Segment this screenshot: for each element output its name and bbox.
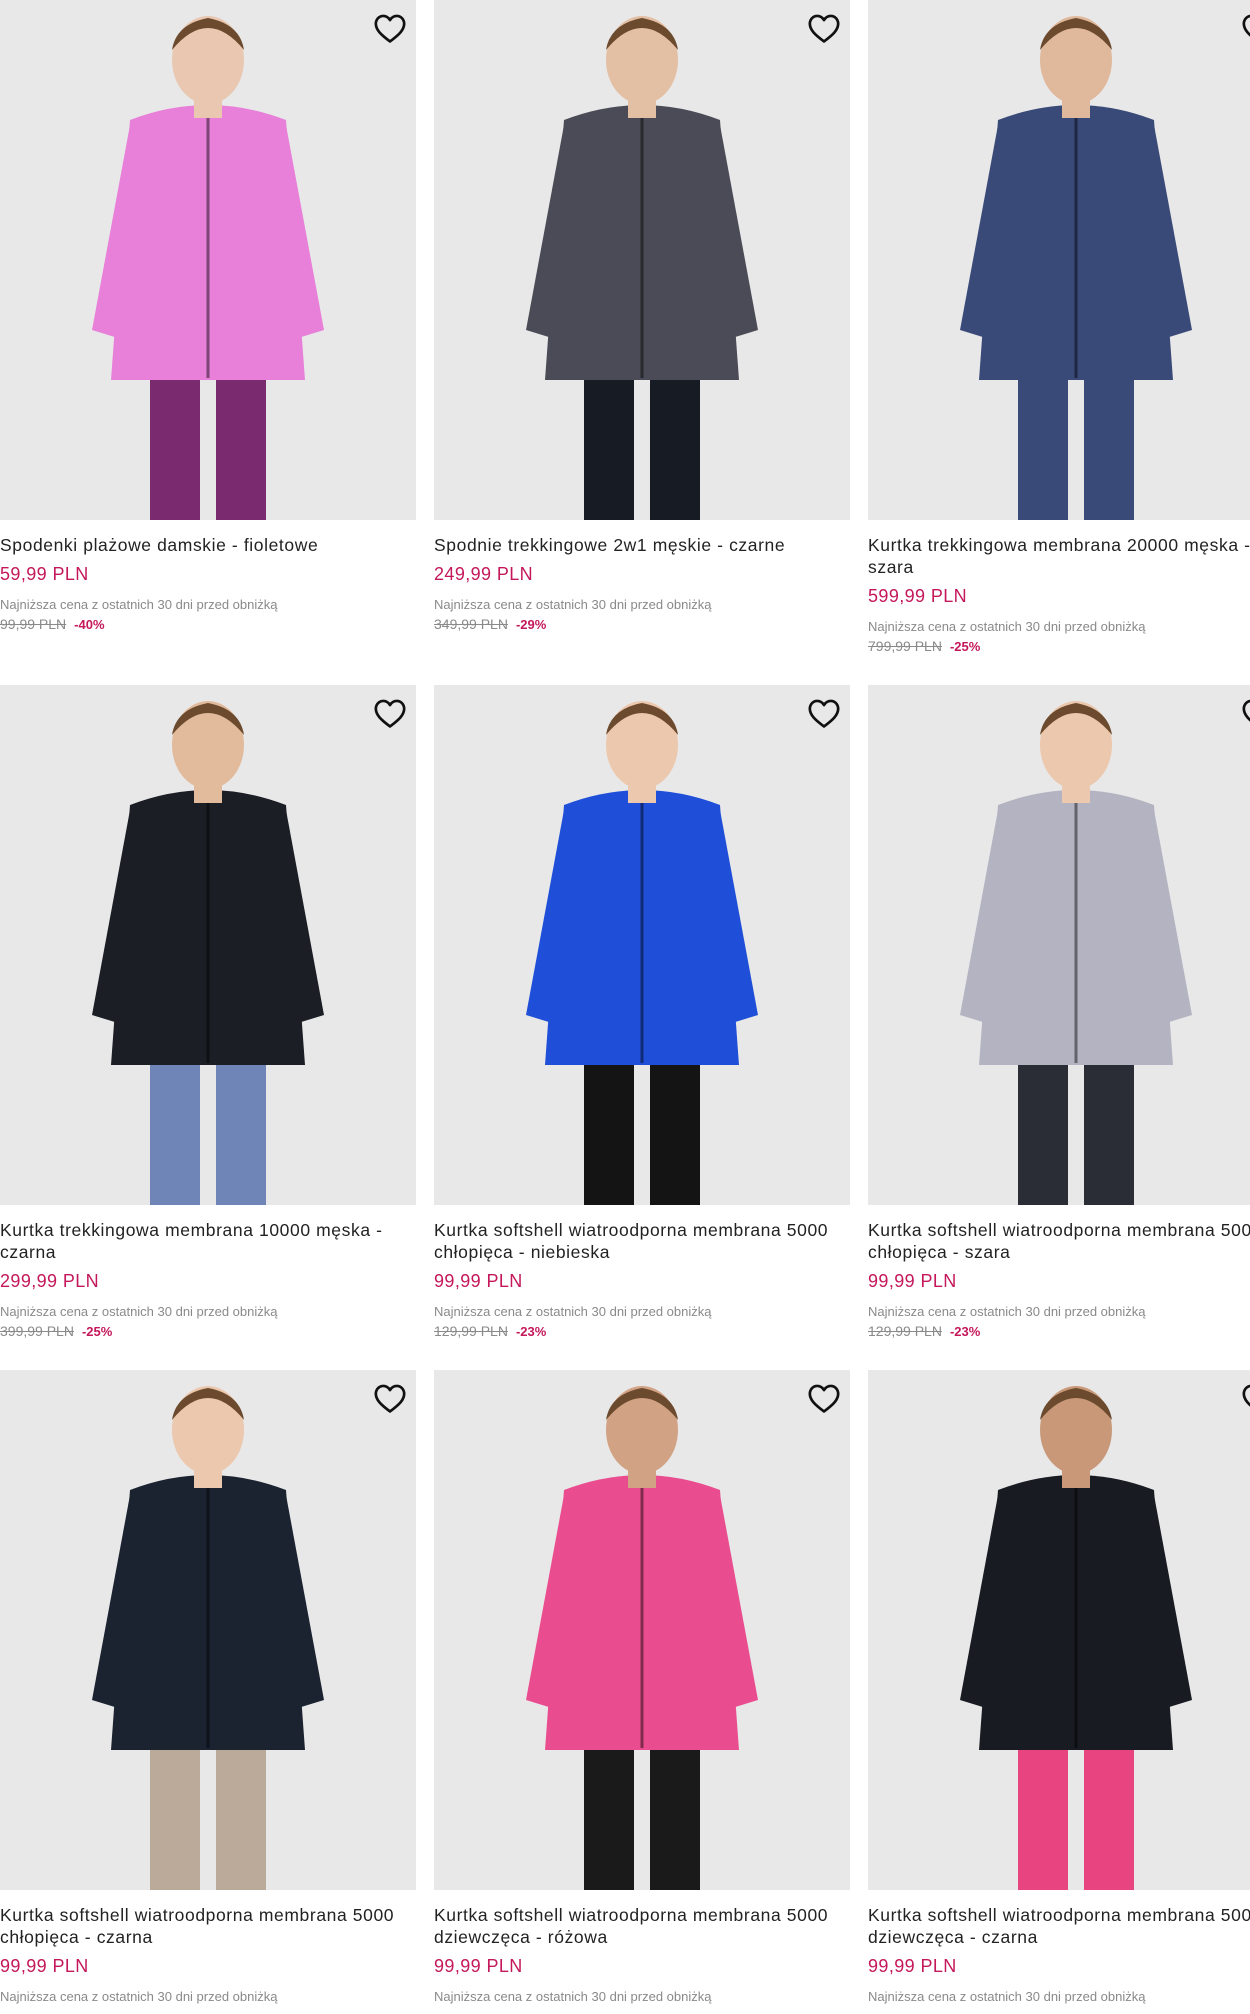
product-name[interactable]: Kurtka softshell wiatroodporna membrana … xyxy=(868,1219,1250,1263)
product-info: Kurtka trekkingowa membrana 10000 męska … xyxy=(0,1205,416,1339)
product-price: 59,99 PLN xyxy=(0,564,89,584)
old-price-row: 399,99 PLN -25% xyxy=(0,1323,416,1339)
lowest-price-note: Najniższa cena z ostatnich 30 dni przed … xyxy=(0,1304,278,1319)
product-info: Kurtka softshell wiatroodporna membrana … xyxy=(434,1205,850,1339)
product-price: 99,99 PLN xyxy=(434,1956,523,1976)
wishlist-button[interactable] xyxy=(804,8,844,48)
product-image[interactable] xyxy=(0,0,416,520)
heart-outline-icon xyxy=(374,699,406,728)
product-image[interactable] xyxy=(0,685,416,1205)
old-price: 399,99 PLN xyxy=(0,1323,74,1339)
wishlist-button[interactable] xyxy=(370,1378,410,1418)
heart-outline-icon xyxy=(1242,14,1250,37)
old-price: 99,99 PLN xyxy=(0,616,67,632)
wishlist-button[interactable] xyxy=(370,693,410,733)
discount-badge: -23% xyxy=(949,1324,981,1339)
product-info: Kurtka softshell wiatroodporna membrana … xyxy=(434,1890,850,2004)
product-name[interactable]: Spodnie trekkingowe 2w1 męskie - czarne xyxy=(434,534,850,556)
product-price: 99,99 PLN xyxy=(0,1956,89,1976)
old-price-row: 99,99 PLN -40% xyxy=(0,616,416,632)
lowest-price-note: Najniższa cena z ostatnich 30 dni przed … xyxy=(868,1304,1146,1319)
heart-outline-icon xyxy=(808,14,840,43)
lowest-price-note: Najniższa cena z ostatnich 30 dni przed … xyxy=(0,597,278,612)
product-info: Kurtka softshell wiatroodporna membrana … xyxy=(868,1205,1250,1339)
product-price: 599,99 PLN xyxy=(868,586,968,606)
old-price: 129,99 PLN xyxy=(868,1323,942,1339)
wishlist-button[interactable] xyxy=(804,1378,844,1418)
product-info: Kurtka softshell wiatroodporna membrana … xyxy=(868,1890,1250,2004)
product-info: Spodenki plażowe damskie - fioletowe 59,9… xyxy=(0,520,416,632)
product-image[interactable] xyxy=(868,685,1250,1205)
product-card[interactable]: Kurtka softshell wiatroodporna membrana … xyxy=(434,1370,850,2004)
product-name[interactable]: Spodenki plażowe damskie - fioletowe xyxy=(0,534,416,556)
lowest-price-note: Najniższa cena z ostatnich 30 dni przed … xyxy=(434,1989,712,2004)
product-name[interactable]: Kurtka softshell wiatroodporna membrana … xyxy=(868,1904,1250,1948)
product-card[interactable]: Kurtka trekkingowa membrana 20000 męska … xyxy=(868,0,1250,654)
wishlist-button[interactable] xyxy=(804,693,844,733)
lowest-price-note: Najniższa cena z ostatnich 30 dni przed … xyxy=(434,1304,712,1319)
old-price-row: 799,99 PLN -25% xyxy=(868,638,1250,654)
discount-badge: -40% xyxy=(74,617,105,632)
product-name[interactable]: Kurtka softshell wiatroodporna membrana … xyxy=(434,1219,850,1263)
product-info: Spodnie trekkingowe 2w1 męskie - czarne 2… xyxy=(434,520,850,632)
wishlist-button[interactable] xyxy=(1238,1378,1250,1418)
lowest-price-note: Najniższa cena z ostatnich 30 dni przed … xyxy=(0,1989,278,2004)
heart-outline-icon xyxy=(808,1384,840,1413)
discount-badge: -25% xyxy=(81,1324,113,1339)
product-info: Kurtka softshell wiatroodporna membrana … xyxy=(0,1890,416,2004)
heart-outline-icon xyxy=(374,1384,406,1413)
old-price-row: 129,99 PLN -23% xyxy=(868,1323,1250,1339)
product-price: 249,99 PLN xyxy=(434,564,534,584)
old-price-row: 349,99 PLN -29% xyxy=(434,616,850,632)
product-price: 99,99 PLN xyxy=(868,1956,957,1976)
wishlist-button[interactable] xyxy=(370,8,410,48)
heart-outline-icon xyxy=(374,14,406,43)
product-image[interactable] xyxy=(434,0,850,520)
product-card[interactable]: Kurtka softshell wiatroodporna membrana … xyxy=(0,1370,416,2004)
product-price: 299,99 PLN xyxy=(0,1271,100,1291)
product-image[interactable] xyxy=(0,1370,416,1890)
product-name[interactable]: Kurtka softshell wiatroodporna membrana … xyxy=(0,1904,416,1948)
heart-outline-icon xyxy=(1242,699,1250,722)
lowest-price-note: Najniższa cena z ostatnich 30 dni przed … xyxy=(434,597,712,612)
discount-badge: -23% xyxy=(515,1324,547,1339)
product-card[interactable]: Spodenki plażowe damskie - fioletowe 59,9… xyxy=(0,0,416,632)
product-name[interactable]: Kurtka trekkingowa membrana 10000 męska … xyxy=(0,1219,416,1263)
wishlist-button[interactable] xyxy=(1238,693,1250,733)
lowest-price-note: Najniższa cena z ostatnich 30 dni przed … xyxy=(868,619,1146,634)
old-price-row: 129,99 PLN -23% xyxy=(434,1323,850,1339)
old-price: 129,99 PLN xyxy=(434,1323,508,1339)
lowest-price-note: Najniższa cena z ostatnich 30 dni przed … xyxy=(868,1989,1146,2004)
product-info: Kurtka trekkingowa membrana 20000 męska … xyxy=(868,520,1250,654)
wishlist-button[interactable] xyxy=(1238,8,1250,48)
heart-outline-icon xyxy=(808,699,840,728)
product-card[interactable]: Kurtka softshell wiatroodporna membrana … xyxy=(434,685,850,1339)
product-image[interactable] xyxy=(434,1370,850,1890)
old-price: 799,99 PLN xyxy=(868,638,942,654)
product-price: 99,99 PLN xyxy=(868,1271,957,1291)
product-grid: Spodenki plażowe damskie - fioletowe 59,9… xyxy=(0,0,1250,2014)
discount-badge: -25% xyxy=(949,639,981,654)
product-price: 99,99 PLN xyxy=(434,1271,523,1291)
product-card[interactable]: Kurtka softshell wiatroodporna membrana … xyxy=(868,1370,1250,2004)
product-card[interactable]: Kurtka softshell wiatroodporna membrana … xyxy=(868,685,1250,1339)
product-card[interactable]: Kurtka trekkingowa membrana 10000 męska … xyxy=(0,685,416,1339)
product-name[interactable]: Kurtka trekkingowa membrana 20000 męska … xyxy=(868,534,1250,578)
product-card[interactable]: Spodnie trekkingowe 2w1 męskie - czarne 2… xyxy=(434,0,850,632)
heart-outline-icon xyxy=(1242,1384,1250,1407)
product-name[interactable]: Kurtka softshell wiatroodporna membrana … xyxy=(434,1904,850,1948)
old-price: 349,99 PLN xyxy=(434,616,508,632)
product-image[interactable] xyxy=(868,1370,1250,1890)
discount-badge: -29% xyxy=(515,617,547,632)
product-image[interactable] xyxy=(434,685,850,1205)
product-image[interactable] xyxy=(868,0,1250,520)
